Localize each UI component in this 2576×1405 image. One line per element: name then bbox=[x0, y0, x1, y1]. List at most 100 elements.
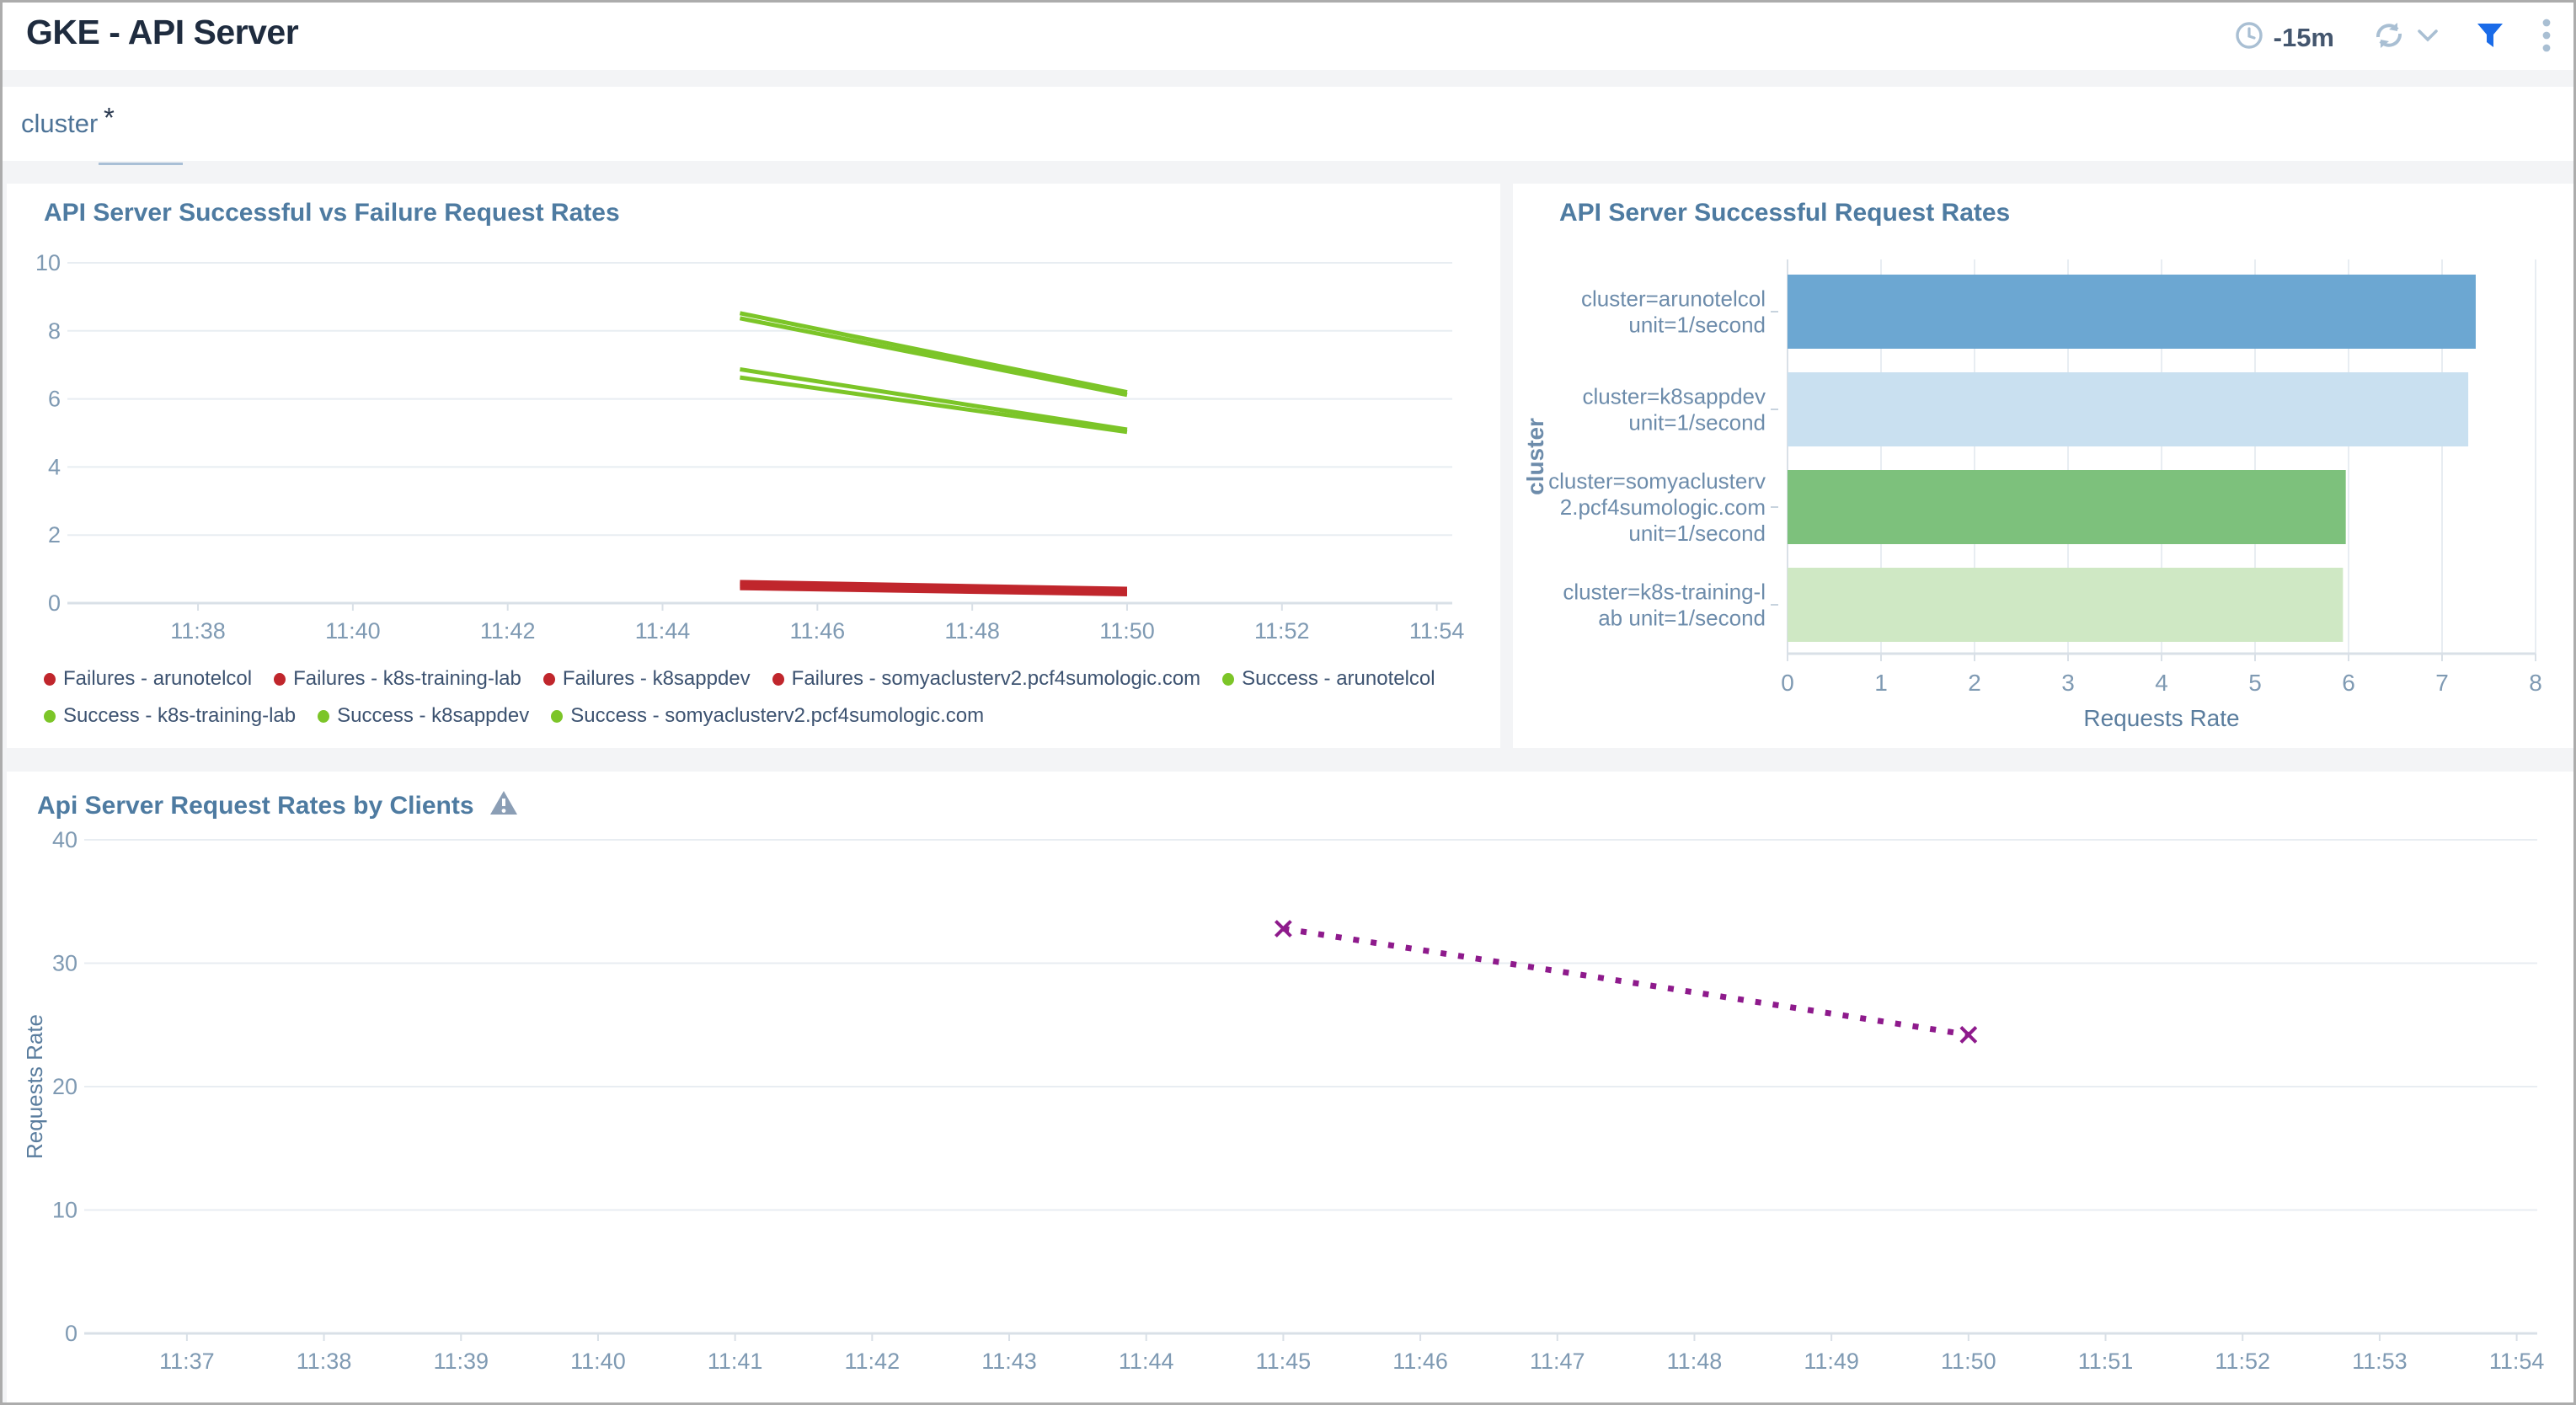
svg-text:11:39: 11:39 bbox=[433, 1349, 489, 1374]
panel-title: API Server Successful Request Rates bbox=[1559, 199, 2010, 227]
svg-text:8: 8 bbox=[2529, 670, 2542, 696]
svg-text:11:48: 11:48 bbox=[944, 618, 1000, 644]
panel-success-vs-failure: API Server Successful vs Failure Request… bbox=[7, 184, 1500, 748]
svg-text:11:53: 11:53 bbox=[2352, 1349, 2408, 1374]
filter-icon[interactable] bbox=[2476, 22, 2504, 53]
svg-text:10: 10 bbox=[35, 250, 61, 275]
svg-text:11:42: 11:42 bbox=[480, 618, 536, 644]
svg-text:11:48: 11:48 bbox=[1667, 1349, 1723, 1374]
time-range-label[interactable]: -15m bbox=[2274, 23, 2334, 53]
successful-rates-bar-chart[interactable]: 012345678cluster=arunotelcolunit=1/secon… bbox=[1513, 184, 2573, 748]
svg-text:2.pcf4sumologic.com: 2.pcf4sumologic.com bbox=[1560, 494, 1766, 520]
kebab-menu-icon[interactable] bbox=[2541, 18, 2552, 57]
svg-text:11:43: 11:43 bbox=[981, 1349, 1037, 1374]
legend-item[interactable]: Success - somyaclusterv2.pcf4sumologic.c… bbox=[551, 704, 984, 728]
svg-text:11:40: 11:40 bbox=[325, 618, 381, 644]
svg-text:0: 0 bbox=[65, 1321, 77, 1346]
legend-dot bbox=[318, 710, 329, 723]
svg-text:4: 4 bbox=[2155, 670, 2168, 696]
legend-label: Failures - arunotelcol bbox=[63, 667, 252, 691]
warning-icon[interactable] bbox=[489, 790, 518, 822]
legend-label: Success - somyaclusterv2.pcf4sumologic.c… bbox=[570, 704, 984, 728]
svg-text:11:47: 11:47 bbox=[1530, 1349, 1585, 1374]
legend-item[interactable]: Failures - k8sappdev bbox=[543, 667, 751, 691]
panel-title: Api Server Request Rates by Clients bbox=[37, 792, 474, 820]
filter-label: cluster bbox=[21, 109, 98, 139]
legend-item[interactable]: Failures - somyaclusterv2.pcf4sumologic.… bbox=[772, 667, 1201, 691]
svg-text:11:40: 11:40 bbox=[570, 1349, 626, 1374]
svg-text:11:44: 11:44 bbox=[635, 618, 691, 644]
svg-text:Requests Rate: Requests Rate bbox=[22, 1014, 47, 1159]
legend-item[interactable]: Success - k8s-training-lab bbox=[44, 704, 296, 728]
header-actions: -15m bbox=[2233, 18, 2552, 57]
svg-text:11:44: 11:44 bbox=[1119, 1349, 1174, 1374]
svg-text:30: 30 bbox=[52, 951, 77, 976]
panel-successful-rates: API Server Successful Request Rates 0123… bbox=[1513, 184, 2573, 748]
legend-label: Failures - k8sappdev bbox=[563, 667, 751, 691]
page-title: GKE - API Server bbox=[26, 13, 298, 52]
requests-by-clients-line-chart[interactable]: 01020304011:3711:3811:3911:4011:4111:421… bbox=[7, 772, 2573, 1405]
refresh-icon[interactable] bbox=[2371, 19, 2407, 56]
svg-text:unit=1/second: unit=1/second bbox=[1628, 410, 1766, 435]
svg-text:11:50: 11:50 bbox=[1099, 618, 1155, 644]
svg-text:6: 6 bbox=[2342, 670, 2355, 696]
svg-text:6: 6 bbox=[48, 387, 61, 412]
svg-text:4: 4 bbox=[48, 454, 61, 479]
svg-text:1: 1 bbox=[1874, 670, 1888, 696]
legend-label: Failures - k8s-training-lab bbox=[293, 667, 521, 691]
svg-text:11:46: 11:46 bbox=[1392, 1349, 1448, 1374]
legend-label: Success - k8sappdev bbox=[337, 704, 529, 728]
svg-text:unit=1/second: unit=1/second bbox=[1628, 313, 1766, 338]
legend-item[interactable]: Success - k8sappdev bbox=[318, 704, 529, 728]
svg-text:unit=1/second: unit=1/second bbox=[1628, 521, 1766, 546]
svg-text:2: 2 bbox=[48, 522, 61, 548]
svg-text:cluster: cluster bbox=[1522, 418, 1548, 495]
svg-text:20: 20 bbox=[52, 1074, 77, 1099]
chart-legend: Failures - arunotelcol Failures - k8s-tra… bbox=[44, 667, 1476, 728]
filter-bar: cluster * bbox=[3, 87, 2573, 161]
legend-label: Success - arunotelcol bbox=[1242, 667, 1435, 691]
svg-text:40: 40 bbox=[52, 827, 77, 852]
svg-text:cluster=k8s-training-l: cluster=k8s-training-l bbox=[1563, 580, 1766, 605]
svg-text:8: 8 bbox=[48, 318, 61, 344]
legend-label: Failures - somyaclusterv2.pcf4sumologic.… bbox=[792, 667, 1201, 691]
filter-underline bbox=[99, 163, 183, 165]
dashboard: GKE - API Server -15m bbox=[0, 0, 2576, 1405]
chevron-down-icon[interactable] bbox=[2417, 28, 2439, 47]
legend-dot bbox=[274, 673, 286, 686]
legend-dot bbox=[44, 710, 56, 723]
svg-text:0: 0 bbox=[48, 590, 61, 616]
legend-item[interactable]: Failures - k8s-training-lab bbox=[274, 667, 521, 691]
panel-title: API Server Successful vs Failure Request… bbox=[44, 199, 620, 227]
svg-text:11:46: 11:46 bbox=[790, 618, 846, 644]
svg-text:11:54: 11:54 bbox=[2489, 1349, 2545, 1374]
svg-text:0: 0 bbox=[1781, 670, 1794, 696]
svg-text:Requests Rate: Requests Rate bbox=[2083, 705, 2239, 731]
panel-requests-by-clients: Api Server Request Rates by Clients 0102… bbox=[7, 772, 2573, 1405]
svg-text:cluster=somyaclusterv: cluster=somyaclusterv bbox=[1548, 468, 1766, 494]
svg-text:11:38: 11:38 bbox=[170, 618, 226, 644]
svg-text:5: 5 bbox=[2248, 670, 2262, 696]
svg-text:cluster=k8sappdev: cluster=k8sappdev bbox=[1582, 384, 1766, 409]
success-vs-failure-line-chart[interactable]: 0 2 4 6 8 10 11:38 11:40 11:42 11:44 11:46 11:48 11:… bbox=[7, 184, 1500, 660]
svg-text:3: 3 bbox=[2061, 670, 2075, 696]
svg-text:11:37: 11:37 bbox=[159, 1349, 215, 1374]
legend-item[interactable]: Success - arunotelcol bbox=[1222, 667, 1435, 691]
legend-item[interactable]: Failures - arunotelcol bbox=[44, 667, 252, 691]
legend-dot bbox=[772, 673, 784, 686]
svg-text:11:52: 11:52 bbox=[2215, 1349, 2270, 1374]
svg-text:11:38: 11:38 bbox=[297, 1349, 352, 1374]
svg-text:11:54: 11:54 bbox=[1409, 618, 1465, 644]
svg-text:ab unit=1/second: ab unit=1/second bbox=[1598, 606, 1766, 631]
svg-text:cluster=arunotelcol: cluster=arunotelcol bbox=[1581, 286, 1766, 312]
svg-text:11:45: 11:45 bbox=[1256, 1349, 1312, 1374]
legend-dot bbox=[44, 673, 56, 686]
legend-dot bbox=[551, 710, 563, 723]
legend-dot bbox=[543, 673, 555, 686]
svg-text:11:51: 11:51 bbox=[2078, 1349, 2134, 1374]
clock-icon[interactable] bbox=[2233, 19, 2265, 56]
svg-text:11:49: 11:49 bbox=[1804, 1349, 1859, 1374]
filter-value-input[interactable]: * bbox=[104, 102, 115, 134]
svg-text:11:41: 11:41 bbox=[708, 1349, 763, 1374]
header: GKE - API Server -15m bbox=[3, 3, 2573, 70]
